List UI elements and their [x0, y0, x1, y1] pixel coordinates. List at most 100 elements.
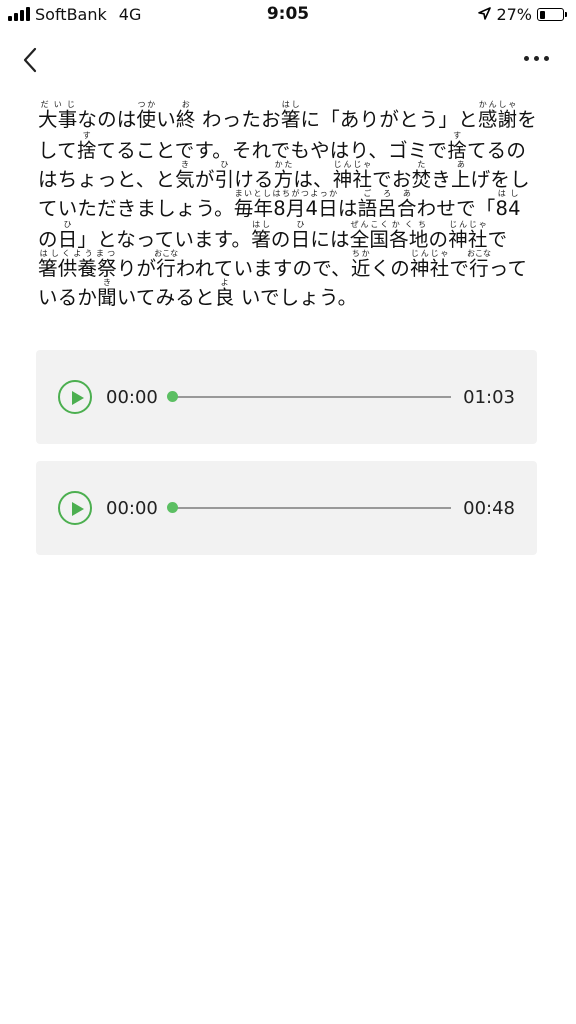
furigana-word: 日ひ — [290, 220, 311, 252]
status-bar: SoftBank 4G 9:05 27% — [0, 0, 576, 30]
furigana-reading: まいとしはちがつよっか — [233, 189, 338, 198]
furigana-reading: ぜんこく — [349, 220, 390, 229]
furigana-word: 引ひ — [214, 160, 235, 192]
current-time: 00:00 — [106, 387, 158, 408]
furigana-word: 良よ — [214, 278, 235, 310]
play-icon — [72, 501, 84, 516]
furigana-reading: た — [411, 160, 432, 169]
text-segment: で — [487, 228, 508, 251]
duration: 00:48 — [463, 498, 515, 519]
text-segment: き — [431, 168, 451, 191]
furigana-reading: あ — [396, 189, 417, 198]
furigana-reading: はし — [495, 189, 521, 198]
text-segment: りが — [116, 257, 157, 280]
audio-player: 00:00 00:48 — [36, 461, 537, 555]
text-segment: く — [370, 257, 391, 280]
furigana-word: 神社じんじゃ — [332, 160, 373, 192]
text-segment: われていますので、 — [175, 257, 351, 280]
furigana-reading: じんじゃ — [332, 160, 373, 169]
furigana-word: 箸供養祭はしくようまつ — [38, 249, 117, 281]
text-segment: は — [337, 197, 358, 220]
furigana-word: 行おこな — [466, 249, 491, 281]
furigana-reading: す — [447, 131, 467, 140]
furigana-reading: だいじ — [38, 100, 78, 109]
furigana-reading: おこな — [466, 249, 491, 258]
furigana-reading: かんしゃ — [477, 100, 518, 109]
furigana-reading: ひ — [290, 220, 311, 229]
furigana-reading: じんじゃ — [410, 249, 450, 258]
more-horizontal-icon — [523, 55, 529, 61]
furigana-word: 終お — [175, 100, 196, 132]
progress-track[interactable] — [172, 396, 451, 398]
furigana-word: 上あ — [450, 160, 471, 192]
furigana-reading: ひ — [57, 220, 78, 229]
chevron-left-icon — [23, 47, 37, 73]
furigana-word: 全国ぜんこく — [349, 220, 390, 252]
furigana-word: 気き — [175, 160, 195, 192]
furigana-word: 語呂ごろ — [357, 189, 397, 221]
status-right: 27% — [478, 5, 567, 24]
furigana-word: 各地かくち — [389, 220, 429, 252]
article-text: 大事だいじなのは使つかい終お わったお箸はしに「ありがとう」と感謝かんしゃをして… — [38, 100, 538, 311]
text-segment: ける — [234, 168, 274, 191]
current-time: 00:00 — [106, 498, 158, 519]
text-segment: い — [156, 108, 176, 131]
text-segment: には — [310, 228, 350, 251]
furigana-reading: あ — [450, 160, 471, 169]
text-segment: わったお — [195, 108, 281, 131]
furigana-word: 箸はし — [251, 220, 271, 252]
progress-thumb[interactable] — [167, 502, 178, 513]
text-segment: の — [390, 257, 410, 280]
furigana-reading: じんじゃ — [448, 220, 488, 229]
furigana-word: 合あ — [396, 189, 417, 221]
furigana-word: 方かた — [273, 160, 294, 192]
furigana-reading: お — [175, 100, 196, 109]
battery-percent: 27% — [496, 5, 532, 24]
duration: 01:03 — [463, 387, 515, 408]
text-segment: の — [38, 228, 58, 251]
furigana-reading: つか — [136, 100, 157, 109]
furigana-reading: かくち — [389, 220, 429, 229]
furigana-word: 聞き — [97, 278, 117, 310]
play-icon — [72, 390, 84, 405]
text-segment: わせで「 — [416, 197, 496, 220]
furigana-reading: かた — [273, 160, 294, 169]
furigana-word: 毎年8月4日まいとしはちがつよっか — [233, 189, 338, 221]
progress-track[interactable] — [172, 507, 451, 509]
furigana-word: 焚た — [411, 160, 432, 192]
furigana-reading: ちか — [350, 249, 371, 258]
furigana-word: 行おこな — [154, 249, 179, 281]
progress-thumb[interactable] — [167, 391, 178, 402]
furigana-word: 感謝かんしゃ — [477, 100, 518, 132]
furigana-reading: き — [97, 278, 117, 287]
furigana-reading: き — [175, 160, 195, 169]
furigana-reading: はし — [251, 220, 271, 229]
back-button[interactable] — [14, 40, 48, 76]
text-segment: でお — [372, 168, 412, 191]
text-segment: てることです。それでもやはり、ゴミで — [96, 139, 448, 162]
text-segment: 」となっています。 — [77, 228, 252, 251]
text-segment: は、 — [293, 168, 333, 191]
furigana-word: 捨す — [447, 131, 467, 163]
furigana-word: 神社じんじゃ — [410, 249, 450, 281]
furigana-word: 大事だいじ — [38, 100, 78, 132]
navigation-bar — [0, 36, 576, 80]
furigana-reading: す — [76, 131, 97, 140]
play-button[interactable] — [58, 491, 92, 525]
furigana-word: 神社じんじゃ — [448, 220, 488, 252]
more-options-button[interactable] — [516, 46, 556, 70]
text-segment: に「ありがとう」と — [300, 108, 478, 131]
text-segment: いてみると — [116, 286, 215, 309]
text-segment: の — [428, 228, 449, 251]
battery-level — [539, 10, 546, 19]
furigana-word: 使つか — [136, 100, 157, 132]
text-segment: が — [194, 168, 215, 191]
play-button[interactable] — [58, 380, 92, 414]
text-segment: の — [270, 228, 291, 251]
text-segment: いでしょう。 — [234, 286, 358, 309]
furigana-word: 日ひ — [57, 220, 78, 252]
furigana-reading: よ — [214, 278, 235, 287]
audio-player: 00:00 01:03 — [36, 350, 537, 444]
battery-icon — [537, 8, 567, 21]
furigana-word: 近ちか — [350, 249, 371, 281]
